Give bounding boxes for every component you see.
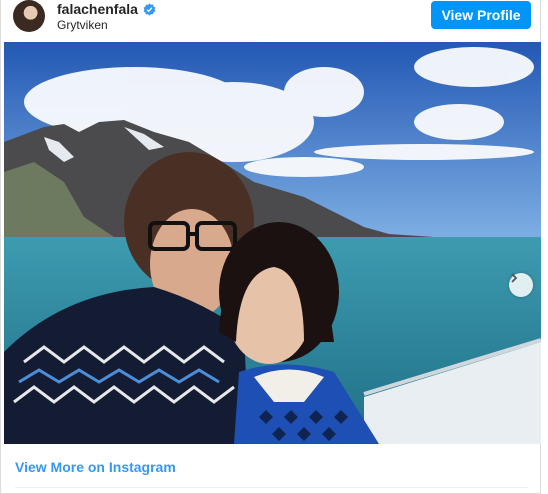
avatar[interactable]: [13, 0, 45, 32]
photo-illustration: [4, 42, 541, 444]
carousel-next-button[interactable]: [509, 273, 533, 297]
view-profile-button[interactable]: View Profile: [431, 1, 531, 29]
username-link[interactable]: falachenfala: [57, 1, 138, 17]
verified-badge-icon: [143, 2, 156, 16]
location-link[interactable]: Grytviken: [57, 18, 108, 32]
instagram-embed: falachenfala Grytviken View Profile View…: [0, 0, 541, 494]
post-photo[interactable]: [4, 42, 541, 444]
view-more-link[interactable]: View More on Instagram: [15, 459, 176, 475]
divider: [15, 487, 528, 488]
username-row: falachenfala: [57, 1, 156, 17]
post-header: falachenfala Grytviken View Profile: [1, 0, 540, 40]
